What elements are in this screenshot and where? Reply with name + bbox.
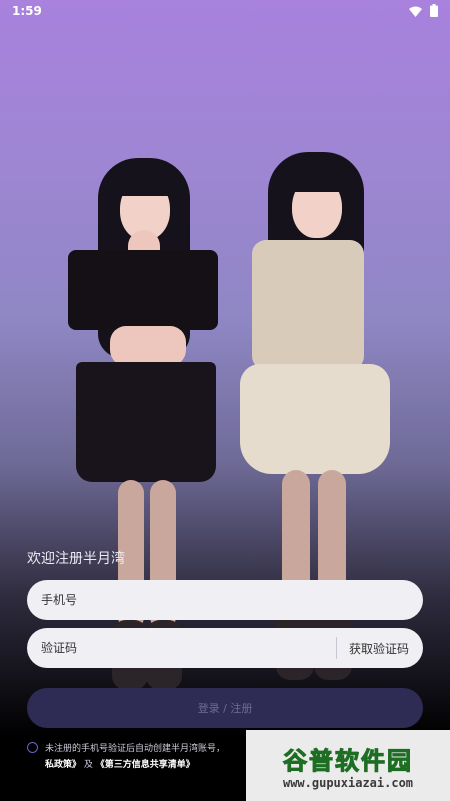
login-register-button[interactable]: 登录 / 注册 bbox=[27, 688, 423, 728]
battery-icon bbox=[430, 2, 438, 21]
divider bbox=[335, 637, 337, 659]
code-input[interactable] bbox=[41, 641, 328, 655]
privacy-policy-link[interactable]: 私政策》 bbox=[45, 760, 81, 770]
get-code-button[interactable]: 获取验证码 bbox=[349, 640, 409, 657]
third-party-list-link[interactable]: 《第三方信息共享清单》 bbox=[96, 760, 195, 770]
watermark-title: 谷普软件园 bbox=[283, 747, 413, 776]
phone-input[interactable] bbox=[41, 593, 409, 607]
watermark-logo: 谷普软件园 www.gupuxiazai.com bbox=[246, 730, 450, 801]
status-time: 1:59 bbox=[12, 4, 42, 18]
agreement-radio[interactable] bbox=[27, 742, 38, 753]
status-bar: 1:59 bbox=[0, 0, 450, 22]
code-field[interactable]: 获取验证码 bbox=[27, 628, 423, 668]
watermark-url: www.gupuxiazai.com bbox=[282, 776, 414, 790]
welcome-text: 欢迎注册半月湾 bbox=[27, 551, 125, 567]
agreement-prefix: 未注册的手机号验证后自动创建半月湾账号， bbox=[45, 744, 226, 754]
phone-field[interactable] bbox=[27, 580, 423, 620]
wifi-icon bbox=[409, 2, 422, 21]
agreement-and: 及 bbox=[83, 760, 93, 770]
agreement-text: 未注册的手机号验证后自动创建半月湾账号， 私政策》 及 《第三方信息共享清单》 bbox=[45, 741, 265, 773]
